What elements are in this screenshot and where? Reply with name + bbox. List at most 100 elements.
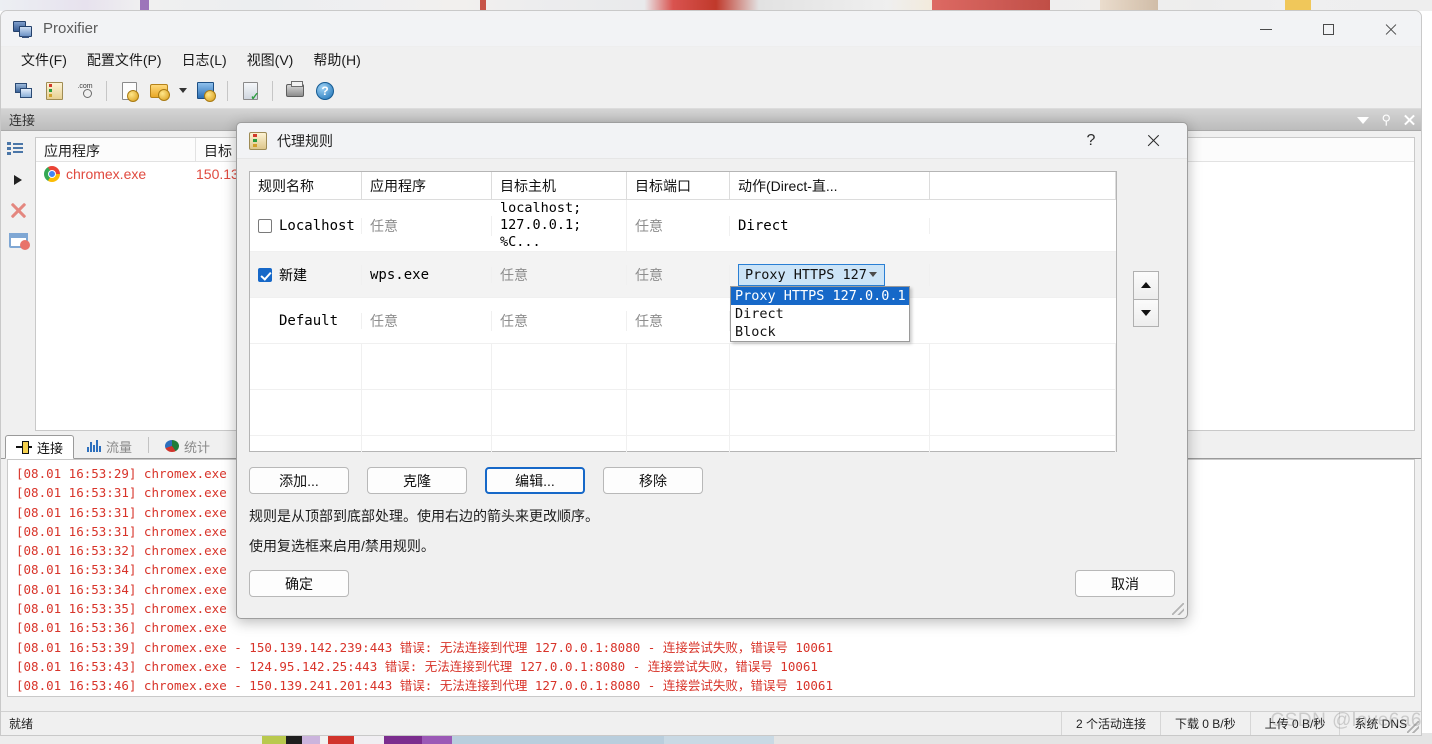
- clone-rule-button[interactable]: 克隆: [367, 467, 467, 494]
- open-profile-dropdown-icon[interactable]: [176, 78, 188, 104]
- tab-statistics-label: 统计: [184, 439, 211, 455]
- table-row[interactable]: 新建 wps.exe 任意 任意 Proxy HTTPS 127 Proxy H…: [250, 252, 1116, 342]
- ok-button[interactable]: 确定: [249, 570, 349, 597]
- proxifier-app-icon: [13, 19, 33, 39]
- rule-application-cell: 任意: [362, 310, 492, 331]
- rule-host-line-1: localhost;: [500, 200, 582, 216]
- rule-action-buttons: 添加... 克隆 编辑... 移除: [249, 467, 703, 494]
- tab-connections[interactable]: 连接: [5, 435, 75, 459]
- hint-order: 规则是从顶部到底部处理。使用右边的箭头来更改顺序。: [249, 508, 599, 524]
- tab-traffic[interactable]: 流量: [76, 434, 144, 458]
- rule-action-cell[interactable]: Direct: [730, 217, 930, 234]
- verify-clipboard-icon[interactable]: [237, 78, 263, 104]
- column-header-target-host[interactable]: 目标主机: [492, 172, 627, 199]
- rule-host-line-2: 127.0.0.1; %C...: [500, 217, 582, 250]
- dialog-help-button[interactable]: ?: [1071, 123, 1111, 159]
- dialog-close-button[interactable]: [1133, 123, 1173, 159]
- move-rule-down-button[interactable]: [1133, 299, 1159, 327]
- close-window-icon[interactable]: [7, 229, 30, 251]
- tab-statistics[interactable]: 统计: [154, 434, 222, 458]
- maximize-button[interactable]: [1297, 11, 1359, 47]
- status-ready: 就绪: [9, 717, 34, 731]
- table-row-empty: [250, 344, 1116, 390]
- add-rule-button[interactable]: 添加...: [249, 467, 349, 494]
- table-row[interactable]: Localhost 任意 localhost; 127.0.0.1; %C...…: [250, 200, 1116, 252]
- chevron-down-icon[interactable]: [1357, 116, 1370, 124]
- print-icon[interactable]: [282, 78, 308, 104]
- dialog-title: 代理规则: [277, 132, 333, 149]
- rule-enable-checkbox[interactable]: [258, 267, 272, 282]
- move-rule-up-button[interactable]: [1133, 271, 1159, 300]
- log-line: [08.01 16:53:46] chromex.exe - 150.139.2…: [16, 678, 833, 694]
- tab-traffic-label: 流量: [106, 439, 133, 455]
- dropdown-option-block[interactable]: Block: [731, 323, 909, 341]
- log-line: [08.01 16:53:36] chromex.exe: [16, 620, 227, 636]
- edit-rule-button[interactable]: 编辑...: [485, 467, 585, 494]
- close-button[interactable]: [1359, 11, 1421, 47]
- tab-separator: [148, 436, 150, 453]
- resize-grip[interactable]: [1407, 721, 1419, 733]
- pin-icon[interactable]: ⚲: [1381, 112, 1391, 128]
- rule-name-cell: 新建: [250, 264, 362, 285]
- status-upload-rate: 上传 0 B/秒: [1249, 711, 1340, 735]
- list-columns-icon[interactable]: [7, 137, 29, 159]
- play-icon[interactable]: [7, 169, 29, 191]
- action-combobox[interactable]: Proxy HTTPS 127: [738, 263, 885, 286]
- menu-view[interactable]: 视图(V): [237, 47, 304, 73]
- action-dropdown-list: Proxy HTTPS 127.0.0.1 Direct Block: [730, 285, 910, 342]
- rules-grid-header: 规则名称 应用程序 目标主机 目标端口 动作(Direct-直...: [250, 172, 1116, 200]
- menu-help[interactable]: 帮助(H): [303, 47, 370, 73]
- monitors-icon[interactable]: [11, 78, 37, 104]
- column-header-rule-name[interactable]: 规则名称: [250, 172, 362, 199]
- toolbar: .com ?: [1, 73, 1421, 109]
- close-red-icon[interactable]: [9, 201, 27, 219]
- com-search-icon[interactable]: .com: [71, 78, 97, 104]
- app-title: Proxifier: [43, 20, 99, 37]
- column-header-application[interactable]: 应用程序: [362, 172, 492, 199]
- arrow-up-icon: [1141, 282, 1151, 289]
- table-row[interactable]: Default 任意 任意 任意: [250, 298, 1116, 344]
- rule-application-cell: 任意: [362, 215, 492, 236]
- column-header-action[interactable]: 动作(Direct-直...: [730, 172, 930, 199]
- cancel-button[interactable]: 取消: [1075, 570, 1175, 597]
- new-profile-icon[interactable]: [116, 78, 142, 104]
- menu-file[interactable]: 文件(F): [11, 47, 77, 73]
- menubar: 文件(F) 配置文件(P) 日志(L) 视图(V) 帮助(H): [1, 47, 1421, 73]
- column-header-filler: [930, 172, 1116, 199]
- save-profile-icon[interactable]: [192, 78, 218, 104]
- dialog-resize-grip[interactable]: [1172, 603, 1184, 615]
- dock-tools: ⚲: [1357, 109, 1415, 131]
- rules-list-icon[interactable]: [41, 78, 67, 104]
- rule-target-host-cell: 任意: [492, 310, 627, 331]
- rule-target-port-cell: 任意: [627, 310, 730, 331]
- log-line: [08.01 16:53:39] chromex.exe - 150.139.1…: [16, 639, 833, 655]
- stats-pie-icon: [165, 440, 180, 452]
- connection-app-cell: chromex.exe: [36, 166, 196, 182]
- rule-name-label: 新建: [279, 266, 307, 283]
- dropdown-option-direct[interactable]: Direct: [731, 305, 909, 323]
- action-combobox-value: Proxy HTTPS 127: [745, 266, 867, 283]
- toolbar-separator: [106, 80, 107, 101]
- rule-enable-checkbox[interactable]: [258, 218, 272, 233]
- traffic-bars-icon: [87, 440, 102, 452]
- column-header-application[interactable]: 应用程序: [36, 138, 196, 161]
- minimize-button[interactable]: [1235, 11, 1297, 47]
- screenshot-root: Proxifier 文件(F) 配置文件(P) 日志(L) 视图(V) 帮助(H…: [0, 0, 1432, 744]
- help-icon[interactable]: ?: [312, 78, 338, 104]
- open-profile-icon[interactable]: [146, 78, 172, 104]
- connection-app-name: chromex.exe: [66, 166, 147, 182]
- menu-profile[interactable]: 配置文件(P): [77, 47, 172, 73]
- status-active-connections: 2 个活动连接: [1060, 711, 1160, 735]
- column-header-target-port[interactable]: 目标端口: [627, 172, 730, 199]
- rule-target-host-cell: localhost; 127.0.0.1; %C...: [492, 200, 627, 251]
- dock-close-icon[interactable]: [1403, 114, 1415, 126]
- rule-application-cell: wps.exe: [362, 266, 492, 283]
- dock-title: 连接: [9, 113, 36, 128]
- menu-log[interactable]: 日志(L): [172, 47, 237, 73]
- remove-rule-button[interactable]: 移除: [603, 467, 703, 494]
- table-row-empty: [250, 390, 1116, 436]
- dropdown-option-proxy-https[interactable]: Proxy HTTPS 127.0.0.1: [731, 286, 909, 305]
- rule-target-port-cell: 任意: [627, 215, 730, 236]
- rule-action-cell[interactable]: Proxy HTTPS 127 Proxy HTTPS 127.0.0.1 Di…: [730, 263, 930, 342]
- chrome-icon: [44, 166, 60, 182]
